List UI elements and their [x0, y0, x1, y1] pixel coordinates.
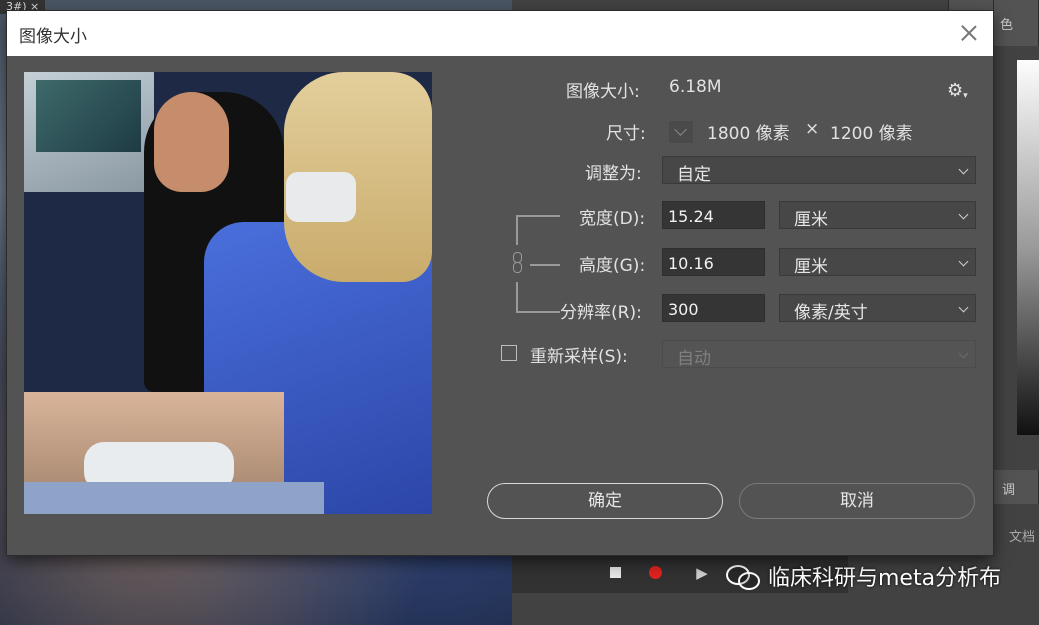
doc-label: 文档 — [1009, 530, 1036, 545]
image-size-value: 6.18M — [669, 77, 722, 97]
width-unit-select[interactable]: 厘米 — [779, 201, 976, 230]
fit-to-select[interactable]: 自定 — [662, 156, 976, 185]
height-label: 高度(G): — [579, 256, 646, 276]
preview-shape — [24, 482, 324, 514]
dimensions-width: 1800 像素 — [707, 124, 790, 144]
dialog-title: 图像大小 — [19, 27, 87, 47]
width-input[interactable] — [662, 201, 765, 229]
height-unit-value: 厘米 — [794, 257, 828, 277]
resolution-label: 分辨率(R): — [560, 303, 642, 323]
color-gradient-strip[interactable] — [1017, 60, 1039, 435]
preview-shape — [36, 80, 141, 152]
watermark: 临床科研与meta分析布 — [726, 560, 1001, 592]
dimensions-times: × — [805, 119, 820, 139]
chevron-down-icon — [958, 302, 969, 313]
dialog-titlebar[interactable]: 图像大小 — [7, 11, 993, 56]
image-preview[interactable] — [24, 72, 432, 514]
preview-shape — [286, 172, 356, 222]
panel-tab-swatches[interactable]: 色 — [994, 0, 1039, 46]
resample-select: 自动 — [662, 340, 976, 369]
dimensions-label: 尺寸: — [606, 124, 646, 144]
height-input[interactable] — [662, 248, 765, 276]
fit-to-label: 调整为: — [585, 164, 642, 184]
link-icon[interactable] — [510, 251, 524, 275]
fit-to-value: 自定 — [677, 165, 711, 185]
resolution-input[interactable] — [662, 294, 765, 322]
width-unit-value: 厘米 — [794, 210, 828, 230]
resolution-unit-value: 像素/英寸 — [794, 303, 868, 323]
close-icon[interactable] — [959, 23, 979, 43]
wechat-icon — [726, 563, 760, 590]
panel-tab-adjust[interactable]: 调 — [994, 470, 1039, 504]
chevron-down-icon — [958, 348, 969, 359]
resample-value: 自动 — [677, 349, 711, 369]
image-size-label: 图像大小: — [566, 82, 640, 102]
width-label: 宽度(D): — [579, 209, 646, 229]
gear-icon[interactable]: ⚙▾ — [947, 80, 968, 101]
stop-icon[interactable] — [608, 565, 624, 581]
chevron-down-icon — [958, 209, 969, 220]
preview-shape — [154, 92, 229, 192]
image-size-dialog: 图像大小 图像大小: 6.18M ⚙▾ 尺寸: 1800 像素 × 1200 像… — [7, 11, 993, 555]
resolution-unit-select[interactable]: 像素/英寸 — [779, 294, 976, 323]
record-icon[interactable] — [648, 565, 664, 581]
chevron-down-icon — [958, 256, 969, 267]
resample-checkbox[interactable] — [501, 345, 517, 361]
play-icon[interactable]: ▶ — [694, 565, 710, 581]
watermark-text: 临床科研与meta分析布 — [768, 566, 1002, 591]
resample-label: 重新采样(S): — [530, 347, 628, 367]
chevron-down-icon — [958, 164, 969, 175]
height-unit-select[interactable]: 厘米 — [779, 248, 976, 277]
cancel-button[interactable]: 取消 — [739, 483, 975, 519]
dimensions-height: 1200 像素 — [830, 124, 913, 144]
dimensions-unit-dropdown[interactable] — [669, 121, 693, 143]
ok-button[interactable]: 确定 — [487, 483, 723, 519]
